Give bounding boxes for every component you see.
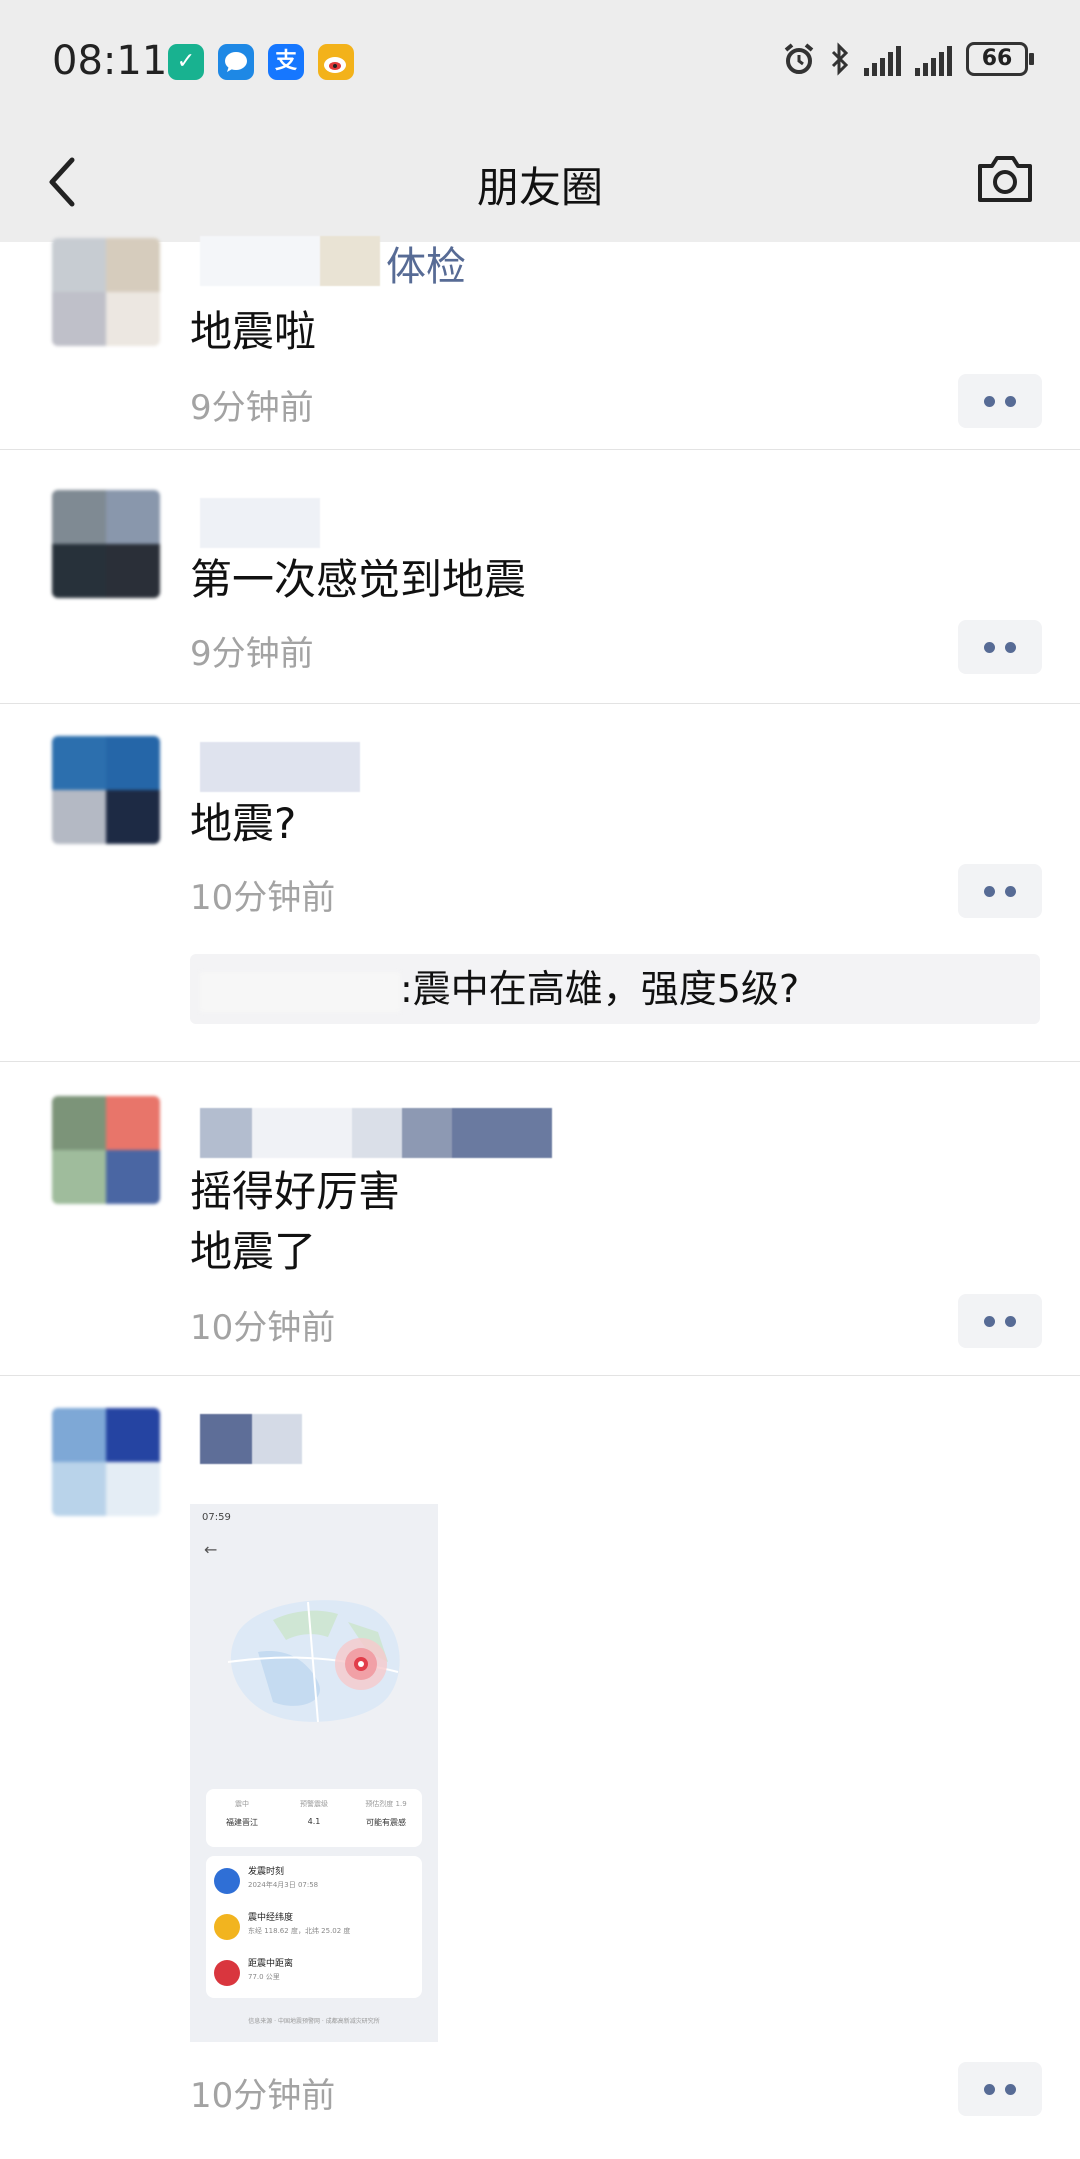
coordinates-icon: [214, 1914, 240, 1940]
thumb-info-item: 发震时刻 2024年4月3日 07:58: [206, 1856, 422, 1902]
alipay-icon: 支: [268, 44, 304, 80]
top-bar: 08:11 ✓ 支 66 朋友圈: [0, 0, 1080, 242]
more-actions-button[interactable]: [958, 2062, 1042, 2116]
status-bar: 08:11 ✓ 支 66: [0, 0, 1080, 124]
thumb-back-icon: ←: [204, 1540, 218, 1559]
message-icon: [218, 44, 254, 80]
thumb-stats-card: 震中 福建晋江 预警震级 4.1 预估烈度 1.9 可能有震感: [206, 1789, 422, 1847]
post-time: 10分钟前: [190, 878, 336, 918]
nickname-blurred: [200, 742, 360, 792]
thumb-map: [227, 1600, 400, 1723]
more-actions-button[interactable]: [958, 374, 1042, 428]
feed-post: 摇得好厉害 地震了 10分钟前: [0, 1062, 1080, 1376]
comment-box[interactable]: :震中在高雄，强度5级?: [190, 954, 1040, 1024]
thumb-stat: 预警震级 4.1: [300, 1800, 328, 1826]
post-content-line: 摇得好厉害: [190, 1167, 401, 1216]
avatar[interactable]: [52, 238, 160, 346]
title-bar: 朋友圈: [0, 124, 1080, 242]
camera-button[interactable]: [974, 150, 1036, 206]
avatar[interactable]: [52, 1096, 160, 1204]
signal-icon-sim2: [915, 42, 952, 76]
status-right: 66: [782, 42, 1034, 76]
post-content-line: 第一次感觉到地震: [190, 555, 527, 604]
thumb-stat: 震中 福建晋江: [226, 1800, 258, 1827]
page-title: 朋友圈: [476, 163, 603, 212]
thumb-info-list: 发震时刻 2024年4月3日 07:58 震中经纬度 东经 118.62 度，北纬 …: [206, 1856, 422, 1998]
post-time: 10分钟前: [190, 2076, 336, 2116]
thumb-status-time: 07:59: [202, 1512, 231, 1523]
post-content-line: 地震了: [190, 1227, 317, 1276]
clock-icon: [214, 1868, 240, 1894]
nickname-blurred: [200, 1414, 302, 1464]
alarm-icon: [784, 43, 814, 74]
post-time: 10分钟前: [190, 1308, 336, 1348]
battery-icon: 66: [966, 42, 1034, 76]
commenter-name-blurred: [200, 971, 400, 1012]
nickname-blurred: [200, 1108, 552, 1158]
weibo-icon: [318, 44, 354, 80]
post-nickname[interactable]: 体检: [386, 234, 466, 292]
more-actions-button[interactable]: [958, 1294, 1042, 1348]
feed-post: 10分钟前: [0, 1376, 1080, 2136]
thumb-stat: 预估烈度 1.9 可能有震感: [365, 1800, 407, 1827]
feed-post: 体检 地震啦 9分钟前: [0, 236, 1080, 450]
post-image-earthquake-alert[interactable]: 07:59 ← 震中 福建晋江 预警震级 4.1 预估烈度 1.9 可能有震感 发震时…: [190, 1504, 438, 2042]
post-time: 9分钟前: [190, 634, 314, 674]
thumb-info-item: 震中经纬度 东经 118.62 度，北纬 25.02 度: [206, 1902, 422, 1948]
feed-post: 地震? 10分钟前 :震中在高雄，强度5级?: [0, 704, 1080, 1062]
more-actions-button[interactable]: [958, 864, 1042, 918]
moments-feed: 体检 地震啦 9分钟前 第一次感觉到地震 9分钟前 地震? 10分钟前 :震中在…: [0, 236, 1080, 2136]
more-actions-button[interactable]: [958, 620, 1042, 674]
avatar[interactable]: [52, 490, 160, 598]
mijia-icon: ✓: [168, 44, 204, 80]
status-time: 08:11: [52, 38, 168, 84]
nickname-blurred: [200, 236, 380, 286]
thumb-footer: 信息来源 · 中国地震预警网 · 成都高新减灾研究所: [248, 2018, 380, 2025]
feed-post: 第一次感觉到地震 9分钟前: [0, 450, 1080, 704]
post-time: 9分钟前: [190, 388, 314, 428]
comment-text: :震中在高雄，强度5级?: [400, 967, 800, 1011]
nickname-blurred: [200, 498, 320, 548]
post-content-line: 地震啦: [190, 307, 317, 356]
signal-icon-sim1: [864, 42, 901, 76]
thumb-info-item: 距震中距离 77.0 公里: [206, 1948, 422, 1994]
avatar[interactable]: [52, 736, 160, 844]
bluetooth-icon: [831, 42, 849, 76]
notification-icons: ✓ 支: [168, 44, 354, 80]
avatar[interactable]: [52, 1408, 160, 1516]
distance-icon: [214, 1960, 240, 1986]
post-content-line: 地震?: [190, 799, 297, 848]
